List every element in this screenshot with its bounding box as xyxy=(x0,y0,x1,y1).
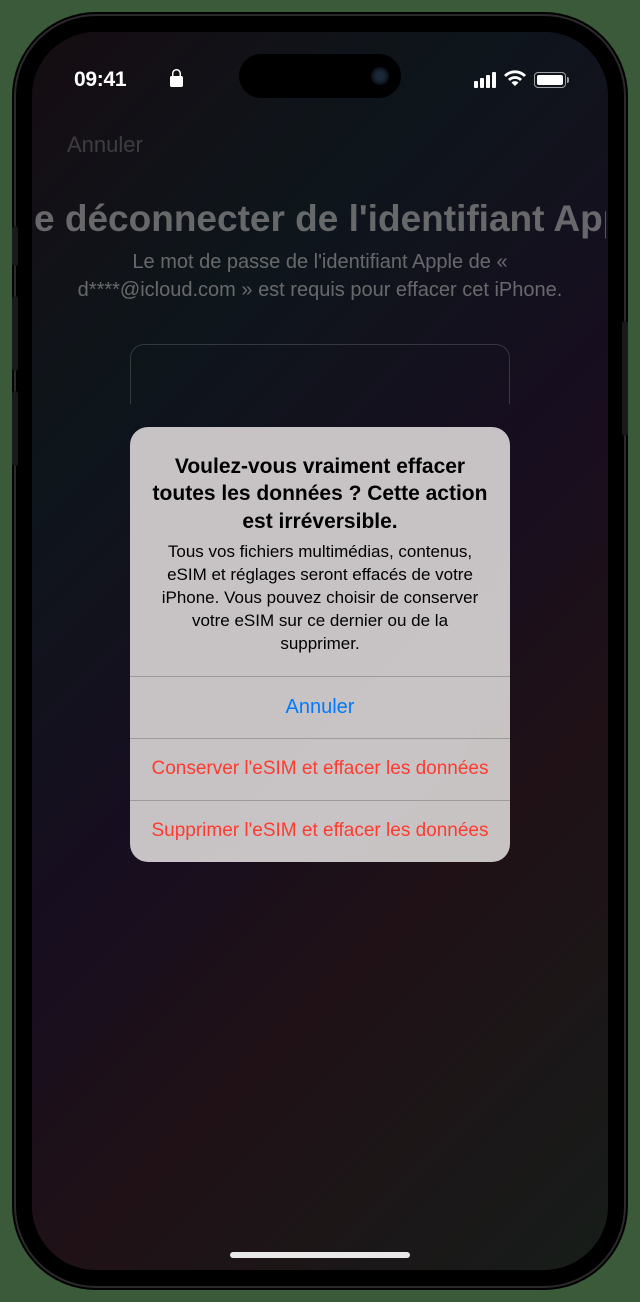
volume-up-button xyxy=(12,296,18,371)
silent-switch xyxy=(12,226,18,266)
battery-icon xyxy=(534,72,566,88)
cellular-icon xyxy=(474,72,496,88)
keep-esim-erase-label: Conserver l'eSIM et effacer les données xyxy=(151,758,488,780)
power-button xyxy=(622,321,628,436)
home-indicator[interactable] xyxy=(230,1252,410,1258)
status-left: 09:41 xyxy=(74,68,183,92)
volume-down-button xyxy=(12,391,18,466)
phone-frame: 09:41 Annuler e déconnecter de l'identif xyxy=(16,16,624,1286)
confirmation-alert: Voulez-vous vraiment effacer toutes les … xyxy=(130,427,510,862)
wifi-icon xyxy=(504,70,526,91)
delete-esim-erase-button[interactable]: Supprimer l'eSIM et effacer les données xyxy=(130,800,510,862)
lock-icon xyxy=(170,69,183,92)
status-time: 09:41 xyxy=(74,68,126,92)
dynamic-island xyxy=(239,54,401,98)
alert-header: Voulez-vous vraiment effacer toutes les … xyxy=(130,427,510,676)
alert-title: Voulez-vous vraiment effacer toutes les … xyxy=(152,453,488,535)
delete-esim-erase-label: Supprimer l'eSIM et effacer les données xyxy=(151,820,488,842)
cancel-button-label: Annuler xyxy=(286,696,355,719)
camera-lens xyxy=(371,67,389,85)
status-right xyxy=(474,70,566,91)
screen: 09:41 Annuler e déconnecter de l'identif xyxy=(32,32,608,1270)
keep-esim-erase-button[interactable]: Conserver l'eSIM et effacer les données xyxy=(130,738,510,800)
cancel-button[interactable]: Annuler xyxy=(130,676,510,738)
alert-message: Tous vos fichiers multimédias, contenus,… xyxy=(152,541,488,656)
